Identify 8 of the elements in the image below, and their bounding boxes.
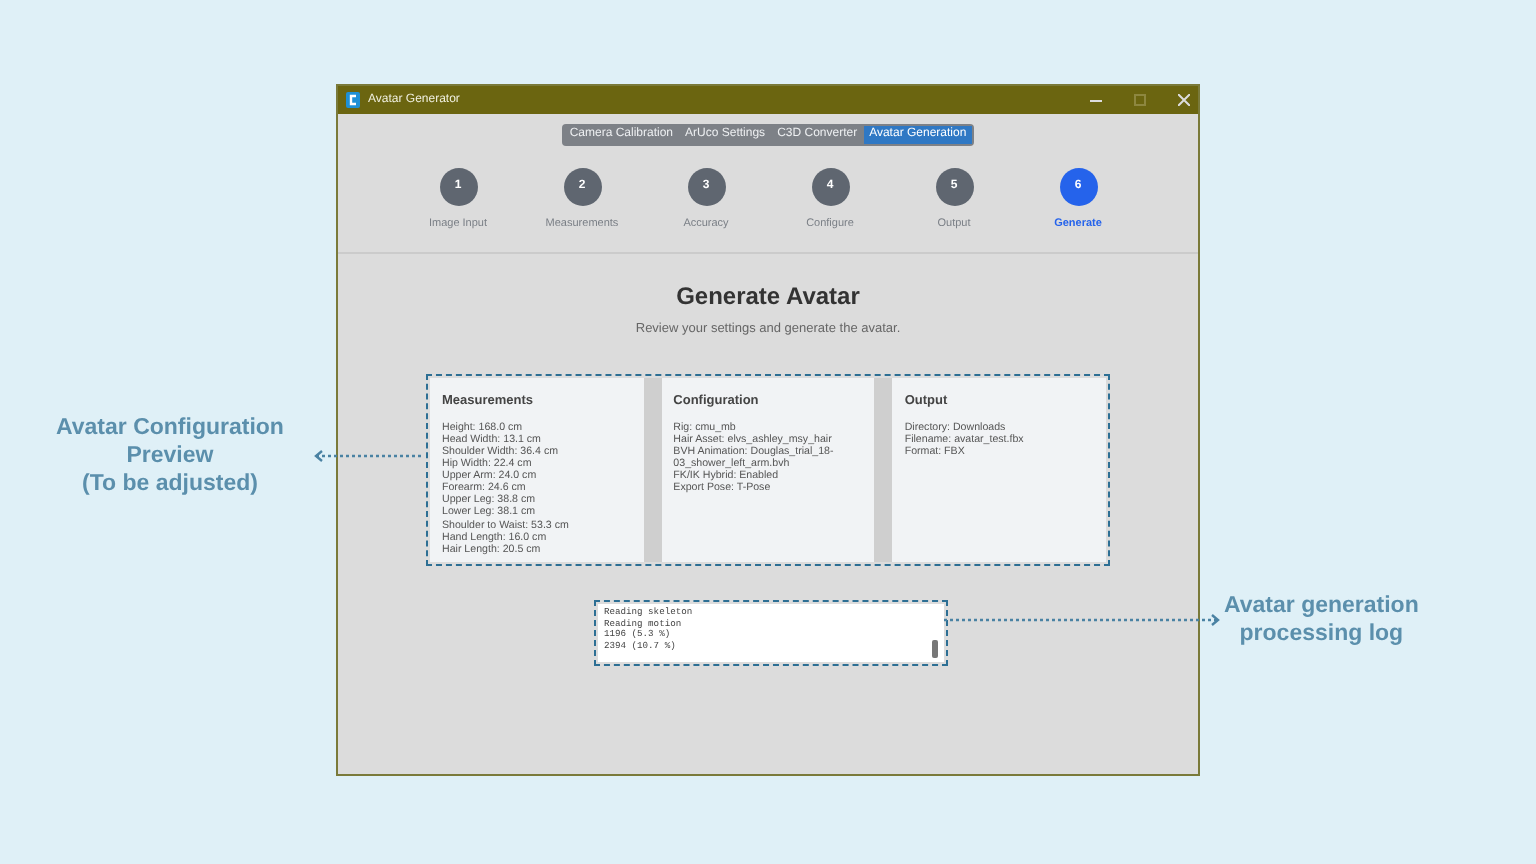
page-heading: Generate Avatar (674, 280, 862, 315)
dotted-arrow (314, 450, 426, 462)
annotation-text: Avatar Configuration Preview (To be adjusted) (56, 414, 284, 498)
annotation-text: Avatar generation processing log (1224, 592, 1419, 648)
app-logo-icon (346, 92, 360, 108)
close-icon[interactable] (1178, 94, 1190, 106)
minimize-icon[interactable] (1090, 99, 1102, 101)
scrollbar-thumb[interactable] (932, 640, 938, 658)
